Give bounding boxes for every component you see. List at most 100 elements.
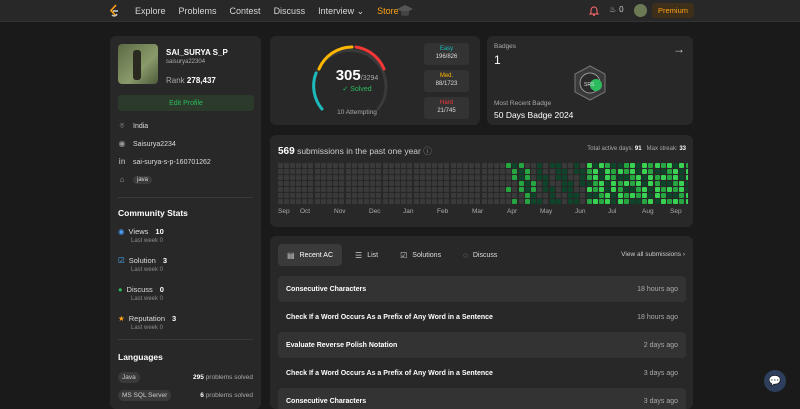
heatmap-cell — [550, 175, 555, 180]
edit-profile-button[interactable]: Edit Profile — [118, 95, 254, 111]
recent-badge-label: Most Recent Badge — [494, 100, 552, 107]
submission-row[interactable]: Check If a Word Occurs As a Prefix of An… — [278, 360, 686, 386]
chat-icon[interactable]: 💬 — [764, 370, 786, 392]
nav-discuss[interactable]: Discuss — [274, 6, 306, 16]
heatmap-cell — [389, 175, 394, 180]
heatmap-cell — [475, 181, 480, 186]
heatmap-cell — [389, 193, 394, 198]
profile-photo — [118, 44, 158, 84]
heatmap-cell — [673, 199, 678, 204]
heatmap-cell — [537, 169, 542, 174]
heatmap-cell — [308, 163, 313, 168]
nav-problems[interactable]: Problems — [179, 6, 217, 16]
avatar[interactable] — [634, 4, 647, 17]
heatmap-cell — [475, 187, 480, 192]
heatmap-cell — [401, 169, 406, 174]
leetcode-logo-icon[interactable] — [108, 4, 120, 18]
heatmap-cell — [537, 175, 542, 180]
heatmap-cell — [290, 199, 295, 204]
heatmap-cell — [661, 199, 666, 204]
50-days-badge-icon[interactable]: SRS — [571, 64, 609, 102]
heatmap-cell — [587, 199, 592, 204]
heatmap-cell — [550, 199, 555, 204]
solution-icon: ☑ — [118, 256, 125, 265]
heatmap-cell — [580, 187, 585, 192]
submission-tabs: ▤ Recent AC ☰ List ☑ Solutions ◌ Discuss — [278, 244, 510, 266]
heatmap-cell — [444, 163, 449, 168]
month-label: Nov — [334, 208, 346, 215]
nav-contest[interactable]: Contest — [230, 6, 261, 16]
heatmap-cell — [519, 163, 524, 168]
heatmap-cell — [407, 199, 412, 204]
heatmap-cell — [500, 187, 505, 192]
skill-tag[interactable]: java — [133, 176, 153, 184]
heatmap-cell — [302, 199, 307, 204]
recent-ac-icon: ▤ — [287, 250, 295, 260]
heatmap-cell — [451, 175, 456, 180]
heatmap-cell — [605, 181, 610, 186]
submission-row[interactable]: Consecutive Characters 3 days ago — [278, 388, 686, 409]
heatmap-cell — [556, 199, 561, 204]
profile-card: SAI_SURYA S_P saisurya22304 Rank 278,437… — [110, 36, 261, 409]
attempting-count: 10 Attempting — [337, 109, 377, 116]
skills-row: ⌂ java — [118, 176, 153, 184]
premium-button[interactable]: Premium — [652, 3, 694, 18]
tab-discuss[interactable]: ◌ Discuss — [454, 244, 506, 266]
heatmap-cell — [512, 163, 517, 168]
heatmap-cell — [655, 163, 660, 168]
arrow-right-icon[interactable]: → — [673, 42, 685, 56]
heatmap-cell — [531, 187, 536, 192]
heatmap-cell — [648, 181, 653, 186]
heatmap-cell — [395, 187, 400, 192]
streak-counter[interactable]: ♨ 0 — [609, 5, 624, 14]
linkedin-row[interactable]: in sai-surya-s-p-160701262 — [118, 158, 211, 166]
github-link[interactable]: Saisurya2234 — [133, 141, 176, 148]
heatmap-cell — [469, 187, 474, 192]
heatmap-cell — [296, 175, 301, 180]
heatmap-cell — [630, 187, 635, 192]
heatmap-cell — [414, 163, 419, 168]
tab-solutions[interactable]: ☑ Solutions — [391, 244, 450, 266]
heatmap-cell — [599, 169, 604, 174]
heatmap-cell — [339, 181, 344, 186]
heatmap-cell — [475, 163, 480, 168]
heatmap-cell — [568, 169, 573, 174]
heatmap-cell — [352, 199, 357, 204]
heatmap-cell — [531, 175, 536, 180]
heatmap-cell — [611, 163, 616, 168]
heatmap-cell — [580, 181, 585, 186]
heatmap-cell — [321, 187, 326, 192]
language-row: Java 295 problems solved — [118, 372, 253, 383]
submission-row[interactable]: Check If a Word Occurs As a Prefix of An… — [278, 304, 686, 330]
heatmap-cell — [611, 193, 616, 198]
heatmap-cell — [389, 163, 394, 168]
nav-explore[interactable]: Explore — [135, 6, 166, 16]
heatmap-cell — [321, 199, 326, 204]
heatmap-cell — [500, 199, 505, 204]
heatmap-cell — [642, 169, 647, 174]
heatmap-cell — [358, 199, 363, 204]
heatmap-cell — [426, 199, 431, 204]
tab-list[interactable]: ☰ List — [346, 244, 387, 266]
heatmap-cell — [426, 193, 431, 198]
heatmap-cell — [302, 175, 307, 180]
heatmap-cell — [482, 199, 487, 204]
view-all-submissions-link[interactable]: View all submissions › — [621, 251, 685, 258]
profile-rank: Rank 278,437 — [166, 76, 216, 85]
bell-icon[interactable] — [589, 5, 599, 16]
github-row[interactable]: ◉ Saisurya2234 — [118, 140, 176, 148]
heatmap-cell — [506, 181, 511, 186]
heatmap-cell — [290, 169, 295, 174]
heatmap-cell — [278, 193, 283, 198]
heatmap-cell — [636, 193, 641, 198]
graduation-cap-icon[interactable] — [396, 4, 414, 18]
heatmap-cell — [420, 193, 425, 198]
tab-recent-ac[interactable]: ▤ Recent AC — [278, 244, 343, 266]
submission-row[interactable]: Evaluate Reverse Polish Notation 2 days a… — [278, 332, 686, 358]
linkedin-link[interactable]: sai-surya-s-p-160701262 — [133, 159, 211, 166]
submission-row[interactable]: Consecutive Characters 18 hours ago — [278, 276, 686, 302]
heatmap-cell — [469, 169, 474, 174]
heatmap-cell — [376, 163, 381, 168]
heatmap-cell — [444, 199, 449, 204]
nav-interview[interactable]: Interview ⌄ — [318, 6, 364, 17]
